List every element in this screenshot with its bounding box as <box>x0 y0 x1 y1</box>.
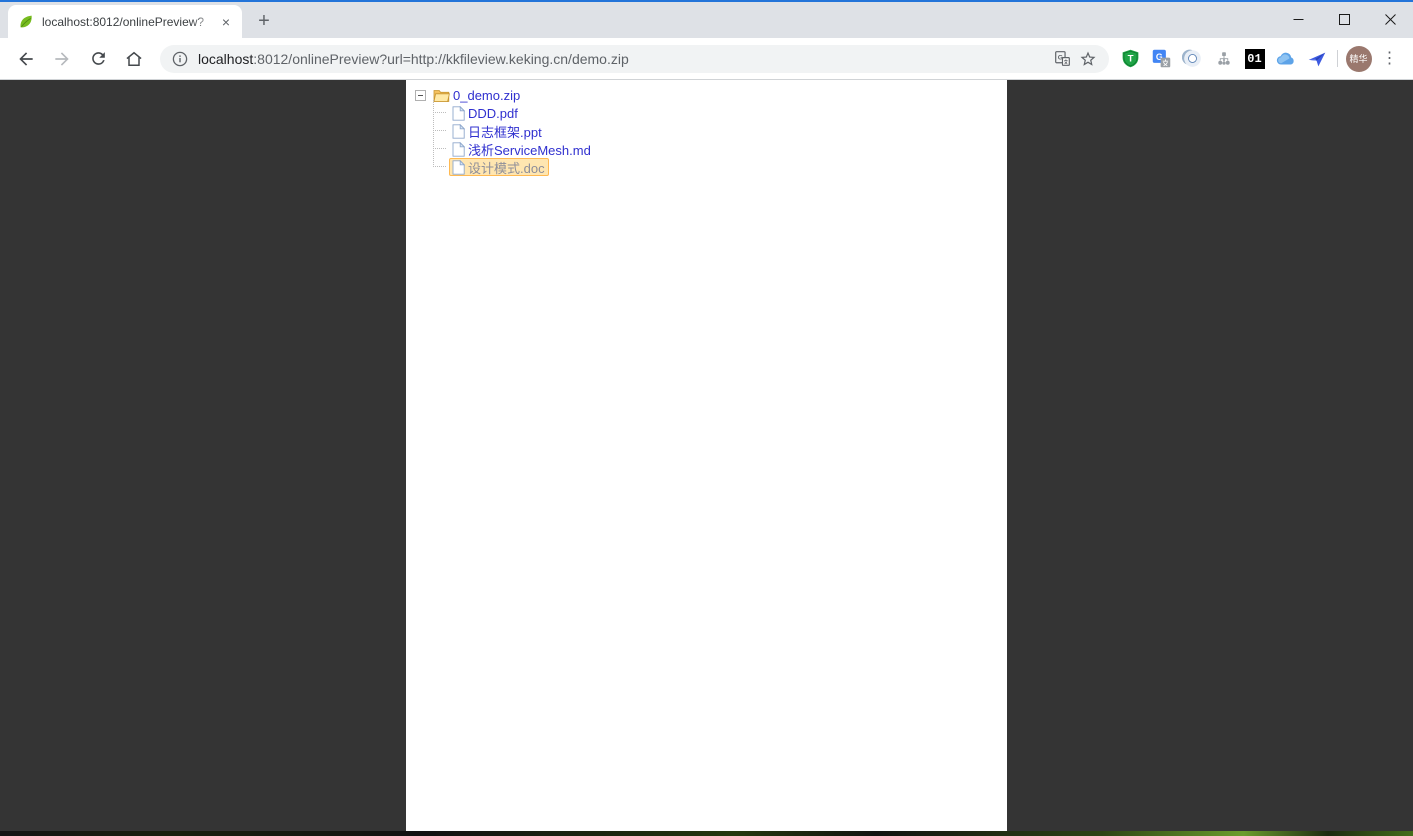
tree-file-row: DDD.pdf <box>433 104 1007 122</box>
browser-window: localhost:8012/onlinePreview? × + <box>0 0 1413 836</box>
file-label: DDD.pdf <box>468 106 518 121</box>
browser-menu-button[interactable]: ⋮ <box>1374 43 1405 74</box>
tree-connector-line <box>433 140 449 158</box>
file-label: 设计模式.doc <box>468 158 545 177</box>
tree-file-row: 设计模式.doc <box>433 158 1007 176</box>
url-path: :8012/onlinePreview?url=http://kkfilevie… <box>253 51 628 67</box>
spring-leaf-favicon <box>18 14 34 30</box>
minimize-button[interactable] <box>1275 2 1321 36</box>
file-icon <box>452 142 465 157</box>
tree-root-row: 0_demo.zip <box>415 86 1007 104</box>
tree-connector-line <box>433 158 449 176</box>
root-folder-label: 0_demo.zip <box>453 88 520 103</box>
toolbar-separator <box>1337 50 1338 67</box>
tab-title: localhost:8012/onlinePreview? <box>42 15 218 29</box>
tree-file-node[interactable]: 设计模式.doc <box>449 158 549 176</box>
forward-button[interactable] <box>45 42 79 76</box>
binary-01-extension-icon[interactable]: 01 <box>1239 43 1270 74</box>
file-tree: 0_demo.zip DDD.pdf <box>406 80 1007 176</box>
zip-preview-panel: 0_demo.zip DDD.pdf <box>406 80 1007 831</box>
shield-extension-icon[interactable]: T <box>1115 43 1146 74</box>
file-icon <box>452 160 465 175</box>
svg-text:T: T <box>1128 54 1134 65</box>
maximize-button[interactable] <box>1321 2 1367 36</box>
close-window-button[interactable] <box>1367 2 1413 36</box>
tree-file-node[interactable]: DDD.pdf <box>449 104 522 122</box>
tree-file-node[interactable]: 日志框架.ppt <box>449 122 546 140</box>
menu-dots-icon: ⋮ <box>1382 55 1398 62</box>
tree-children: DDD.pdf 日志框架.ppt 浅析ServiceMesh.md <box>433 104 1007 176</box>
tree-root-item: 0_demo.zip DDD.pdf <box>415 86 1007 176</box>
titlebar[interactable]: localhost:8012/onlinePreview? × + <box>0 2 1413 38</box>
tree-connector-line <box>433 104 449 122</box>
swirl-circle-extension-icon[interactable] <box>1177 43 1208 74</box>
url-text[interactable]: localhost:8012/onlinePreview?url=http://… <box>198 51 1049 67</box>
tree-file-row: 浅析ServiceMesh.md <box>433 140 1007 158</box>
browser-toolbar: localhost:8012/onlinePreview?url=http://… <box>0 38 1413 80</box>
page-content: 0_demo.zip DDD.pdf <box>0 80 1413 831</box>
tree-file-node[interactable]: 浅析ServiceMesh.md <box>449 140 595 158</box>
back-button[interactable] <box>9 42 43 76</box>
avatar-label: 精华 <box>1346 46 1372 72</box>
tree-root-node[interactable]: 0_demo.zip <box>431 86 524 104</box>
profile-avatar[interactable]: 精华 <box>1343 43 1374 74</box>
page-info-icon[interactable] <box>172 51 188 67</box>
translate-extension-icon[interactable]: G <box>1146 43 1177 74</box>
open-folder-icon <box>433 88 450 103</box>
address-bar[interactable]: localhost:8012/onlinePreview?url=http://… <box>160 45 1109 73</box>
file-icon <box>452 106 465 121</box>
tab-close-icon[interactable]: × <box>218 14 234 30</box>
tree-file-row: 日志框架.ppt <box>433 122 1007 140</box>
bookmark-star-icon[interactable] <box>1075 46 1101 72</box>
file-label: 日志框架.ppt <box>468 122 542 141</box>
cloud-extension-icon[interactable] <box>1270 43 1301 74</box>
file-label: 浅析ServiceMesh.md <box>468 140 591 159</box>
home-button[interactable] <box>117 42 151 76</box>
binary-01-label: 01 <box>1245 49 1265 69</box>
collapse-switch-icon[interactable] <box>415 90 426 101</box>
extensions-area: T G <box>1115 43 1405 74</box>
translate-page-icon[interactable]: G <box>1049 46 1075 72</box>
sitemap-extension-icon[interactable] <box>1208 43 1239 74</box>
desktop-edge-strip <box>0 831 1413 836</box>
browser-tab[interactable]: localhost:8012/onlinePreview? × <box>8 5 242 38</box>
new-tab-button[interactable]: + <box>250 7 278 35</box>
reload-button[interactable] <box>81 42 115 76</box>
url-host: localhost <box>198 51 253 67</box>
tree-connector-line <box>433 122 449 140</box>
window-controls <box>1275 2 1413 36</box>
file-icon <box>452 124 465 139</box>
bird-extension-icon[interactable] <box>1301 43 1332 74</box>
